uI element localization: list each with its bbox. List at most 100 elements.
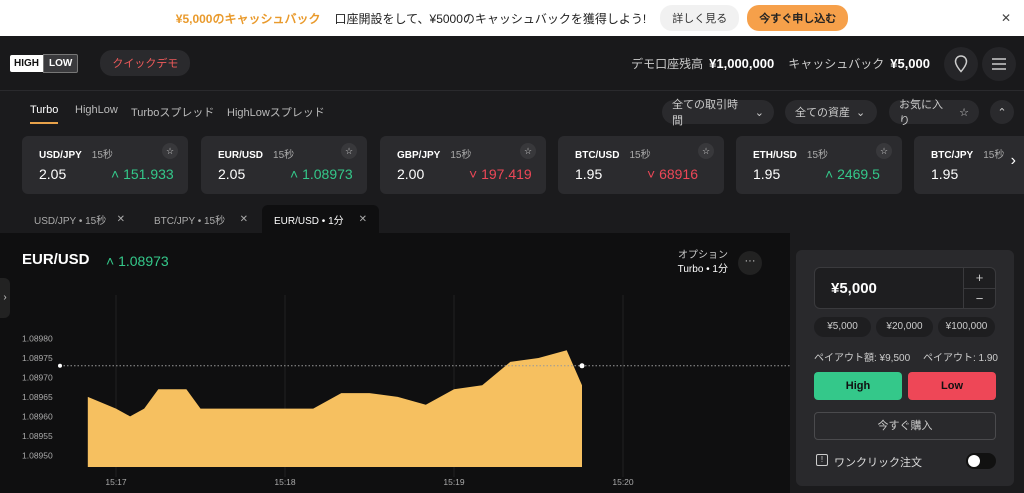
- payout-amount: ペイアウト額: ¥9,500: [814, 353, 911, 364]
- y-tick-label: 1.08950: [22, 450, 53, 460]
- low-button[interactable]: Low: [908, 372, 996, 400]
- asset-filter-label: 全ての資産: [795, 107, 850, 119]
- balance-label: デモ口座残高: [631, 57, 704, 71]
- close-icon[interactable]: ✕: [359, 214, 367, 225]
- preset-100000-button[interactable]: ¥100,000: [938, 317, 995, 337]
- quick-demo-button[interactable]: クイックデモ: [100, 50, 191, 76]
- preset-5000-button[interactable]: ¥5,000: [814, 317, 871, 337]
- price-chart: 1.08980 1.08975 1.08970 1.08965 1.08960 1.089…: [22, 295, 790, 487]
- card-price: ˅ 197.419: [469, 166, 532, 182]
- details-button[interactable]: 詳しく見る: [660, 5, 740, 31]
- reference-dot-start: [58, 363, 62, 368]
- card-pair: ETH/USD: [753, 150, 797, 161]
- x-tick-label: 15:18: [274, 477, 296, 487]
- open-tab-eurusd[interactable]: EUR/USD • 1分 ✕: [262, 205, 379, 233]
- favorites-filter[interactable]: お気に入り ☆: [889, 99, 979, 127]
- close-icon[interactable]: ✕: [998, 10, 1014, 26]
- card-pair: BTC/JPY: [931, 150, 974, 161]
- top-header: HIGH LOW クイックデモ デモ口座残高 ¥1,000,000 キャッシュバ…: [0, 36, 1024, 91]
- y-tick-label: 1.08970: [22, 372, 53, 382]
- promo-banner: ¥5,000のキャッシュバック 口座開設をして、¥5000のキャッシュバックを獲…: [0, 0, 1024, 36]
- star-icon[interactable]: ☆: [520, 143, 536, 159]
- current-price-dot: [579, 363, 585, 369]
- card-payout: 1.95: [575, 166, 603, 182]
- payout-rate: ペイアウト: 1.90: [922, 353, 998, 364]
- card-duration: 15秒: [629, 150, 651, 161]
- star-icon[interactable]: ☆: [698, 143, 714, 159]
- asset-card[interactable]: GBP/JPY 15秒 ☆ 2.00 ˅ 197.419: [380, 136, 546, 194]
- tab-turbo-spread[interactable]: Turboスプレッド: [131, 104, 214, 120]
- arrow-down-icon: ˅: [647, 166, 660, 182]
- high-button[interactable]: High: [814, 372, 902, 400]
- arrow-up-icon: ˄: [825, 166, 838, 182]
- asset-card[interactable]: USD/JPY 15秒 ☆ 2.05 ˄ 151.933: [22, 136, 188, 194]
- open-asset-tabs: USD/JPY • 15秒 ✕ BTC/JPY • 15秒 ✕ EUR/USD …: [0, 205, 1024, 233]
- plus-icon[interactable]: +: [963, 268, 995, 289]
- star-icon[interactable]: ☆: [341, 143, 357, 159]
- card-duration: 15秒: [91, 150, 113, 161]
- y-tick-label: 1.08955: [22, 431, 53, 441]
- minus-icon[interactable]: −: [963, 288, 995, 309]
- balance-value: ¥1,000,000: [709, 56, 775, 71]
- location-icon[interactable]: [944, 46, 978, 81]
- asset-card[interactable]: ETH/USD 15秒 ☆ 1.95 ˄ 2469.5: [736, 136, 902, 194]
- card-payout: 1.95: [753, 166, 781, 182]
- tab-turbo[interactable]: Turbo: [30, 104, 59, 124]
- buy-now-button[interactable]: 今すぐ購入: [814, 412, 996, 440]
- y-tick-label: 1.08965: [22, 392, 53, 402]
- open-tab-label: USD/JPY • 15秒: [34, 215, 107, 227]
- chevron-up-icon[interactable]: ⌃: [990, 100, 1014, 124]
- chevron-down-icon: ⌄: [856, 106, 866, 119]
- card-duration: 15秒: [983, 150, 1005, 161]
- open-tab-btcjpy[interactable]: BTC/JPY • 15秒 ✕: [142, 205, 260, 233]
- tab-highlow-spread[interactable]: HighLowスプレッド: [227, 104, 325, 120]
- promo-text: 口座開設をして、¥5000のキャッシュバックを獲得しよう!: [334, 11, 647, 26]
- arrow-up-icon: ˄: [290, 166, 303, 182]
- card-price-value: 2469.5: [837, 166, 880, 182]
- oneclick-toggle[interactable]: [966, 453, 996, 469]
- open-tab-label: EUR/USD • 1分: [274, 215, 344, 227]
- card-price: ˄ 2469.5: [825, 166, 880, 182]
- arrow-down-icon: ˅: [469, 166, 482, 182]
- logo-low: LOW: [43, 53, 79, 73]
- chevron-right-icon[interactable]: ›: [1011, 152, 1016, 170]
- asset-cards: USD/JPY 15秒 ☆ 2.05 ˄ 151.933 EUR/USD 15秒 ☆…: [0, 136, 1024, 194]
- card-payout: 2.05: [218, 166, 246, 182]
- chart-panel: EUR/USD ˄ 1.08973 オプション Turbo • 1分 ··· ›…: [0, 233, 790, 493]
- y-tick-label: 1.08980: [22, 334, 53, 344]
- oneclick-icon: !: [816, 454, 828, 466]
- preset-20000-button[interactable]: ¥20,000: [876, 317, 933, 337]
- arrow-up-icon: ˄: [111, 166, 124, 182]
- apply-button[interactable]: 今すぐ申し込む: [747, 5, 849, 31]
- card-duration: 15秒: [806, 150, 829, 161]
- amount-input[interactable]: ¥5,000 + −: [814, 267, 996, 309]
- open-tab-label: BTC/JPY • 15秒: [154, 215, 226, 227]
- asset-card[interactable]: BTC/USD 15秒 ☆ 1.95 ˅ 68916: [558, 136, 724, 194]
- x-tick-label: 15:17: [105, 477, 127, 487]
- star-icon[interactable]: ☆: [876, 143, 892, 159]
- star-icon[interactable]: ☆: [162, 143, 178, 159]
- close-icon[interactable]: ✕: [240, 214, 248, 225]
- card-price-value: 197.419: [481, 166, 532, 182]
- tab-highlow[interactable]: HighLow: [75, 104, 118, 116]
- x-tick-label: 15:20: [612, 477, 634, 487]
- card-price: ˄ 151.933: [111, 166, 174, 182]
- menu-icon[interactable]: [982, 46, 1016, 81]
- time-filter-dropdown[interactable]: 全ての取引時間 ⌄: [662, 99, 774, 127]
- open-tab-usdjpy[interactable]: USD/JPY • 15秒 ✕: [22, 205, 137, 233]
- product-tabs-row: Turbo HighLow Turboスプレッド HighLowスプレッド 全て…: [0, 92, 1024, 132]
- card-pair: USD/JPY: [39, 150, 82, 161]
- promo-highlight: ¥5,000のキャッシュバック: [175, 11, 321, 26]
- favorites-label: お気に入り: [899, 99, 943, 127]
- asset-card[interactable]: BTC/JPY 15秒 1.95: [914, 136, 1024, 194]
- card-pair: EUR/USD: [218, 150, 264, 161]
- close-icon[interactable]: ✕: [117, 214, 125, 225]
- logo-high: HIGH: [10, 54, 43, 72]
- y-tick-label: 1.08975: [22, 353, 53, 363]
- x-tick-label: 15:19: [443, 477, 465, 487]
- card-payout: 2.00: [397, 166, 425, 182]
- price-area: [87, 350, 583, 467]
- logo[interactable]: HIGH LOW: [10, 53, 79, 73]
- asset-card[interactable]: EUR/USD 15秒 ☆ 2.05 ˄ 1.08973: [201, 136, 367, 194]
- asset-filter-dropdown[interactable]: 全ての資産 ⌄: [785, 100, 877, 124]
